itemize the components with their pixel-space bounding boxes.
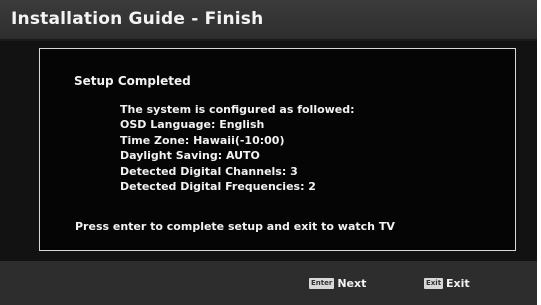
setup-summary-panel: Setup Completed The system is configured… [39, 48, 516, 251]
page-title: Installation Guide - Finish [11, 9, 264, 29]
tv-screen: Installation Guide - Finish Setup Comple… [0, 0, 541, 305]
exit-button[interactable]: Exit Exit [424, 277, 470, 290]
summary-line-intro: The system is configured as followed: [120, 103, 355, 116]
summary-lines: The system is configured as followed: OS… [120, 102, 355, 194]
summary-line-daylight-saving: Daylight Saving: AUTO [120, 149, 260, 163]
next-label: Next [337, 277, 367, 290]
right-edge [537, 0, 541, 305]
summary-line-osd-language: OSD Language: English [120, 118, 265, 132]
next-button[interactable]: Enter Next [309, 277, 366, 290]
exit-key-icon: Exit [424, 278, 444, 289]
exit-label: Exit [446, 277, 470, 290]
enter-key-icon: Enter [309, 278, 335, 289]
summary-line-time-zone: Time Zone: Hawaii(-10:00) [120, 133, 285, 147]
summary-line-digital-frequencies: Detected Digital Frequencies: 2 [120, 179, 316, 193]
instruction-text: Press enter to complete setup and exit t… [75, 220, 395, 233]
summary-line-digital-channels: Detected Digital Channels: 3 [120, 164, 298, 178]
bottom-key-bar: Enter Next Exit Exit [0, 261, 537, 305]
title-bar: Installation Guide - Finish [0, 0, 537, 41]
panel-heading: Setup Completed [74, 74, 191, 88]
